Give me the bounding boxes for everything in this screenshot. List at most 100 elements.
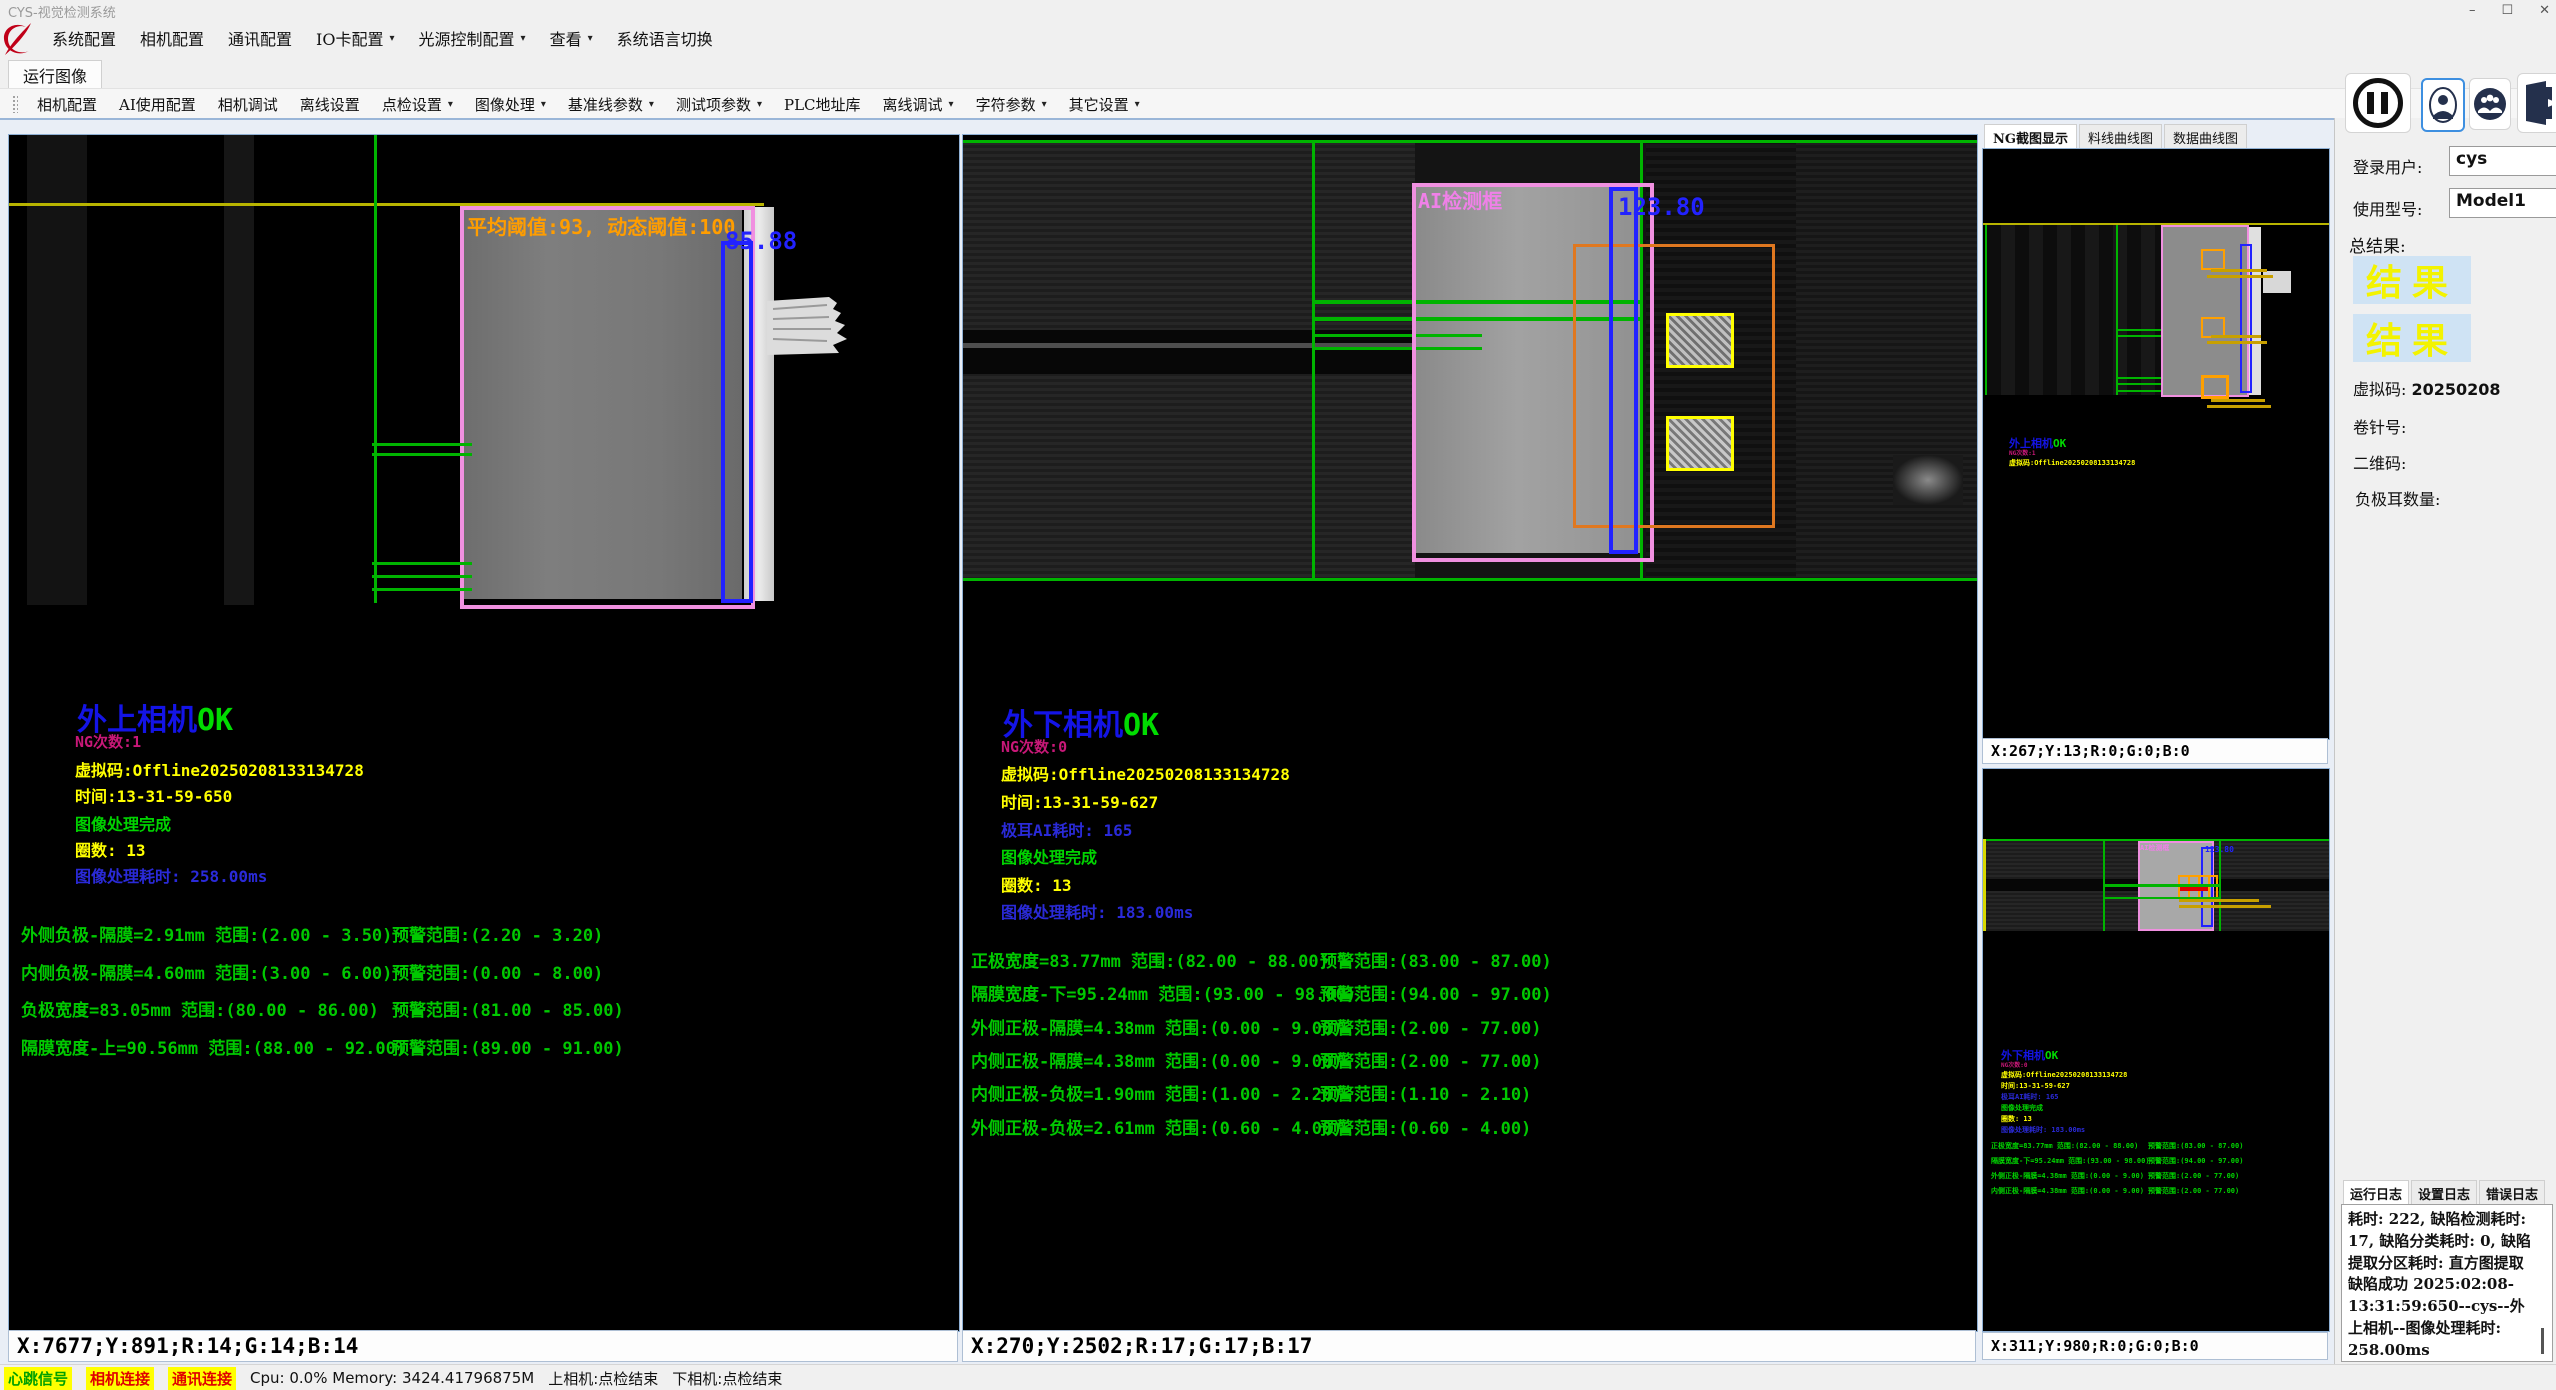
mini-row: 外侧正极-隔膜=4.38mm 范围:(0.00 - 9.00) xyxy=(1991,1171,2144,1181)
info-line: 图像处理耗时: 258.00ms xyxy=(75,863,267,887)
toolbar-label: 其它设置 xyxy=(1069,94,1129,115)
menu-item-io-card-config[interactable]: IO卡配置▾ xyxy=(304,22,406,54)
model-field[interactable]: Model1 xyxy=(2449,188,2556,218)
mini-annotation xyxy=(2207,405,2271,408)
toolbar-label: 点检设置 xyxy=(382,94,442,115)
mini-info-line: 时间:13-31-59-627 xyxy=(2001,1081,2070,1091)
threshold-overlay-text: 平均阈值:93, 动态阈值:100 xyxy=(467,211,735,240)
mini-info-line: 图像处理耗时: 183.00ms xyxy=(2001,1125,2085,1135)
mini-measure-value: 123.80 xyxy=(2205,845,2234,854)
maximize-icon[interactable]: ☐ xyxy=(2501,3,2513,18)
thumb1-coords-bar: X:267;Y:13;R:0;G:0;B:0 xyxy=(1982,738,2328,764)
measure-row-text: 内侧正极-隔膜=4.38mm 范围:(0.00 - 9.00) xyxy=(971,1047,1342,1072)
measure-line xyxy=(2116,383,2161,385)
tab-run-image[interactable]: 运行图像 xyxy=(8,60,102,88)
logout-button[interactable] xyxy=(2517,73,2556,133)
left-camera-view[interactable]: 平均阈值:93, 动态阈值:100 85.88 外上相机OK NG次数:1 虚拟… xyxy=(8,134,960,1332)
image-texture xyxy=(1987,225,2161,395)
tab-data-curve[interactable]: 数据曲线图 xyxy=(2164,124,2247,150)
toolbar-item-test-params[interactable]: 测试项参数▾ xyxy=(665,91,773,118)
ng-count-text: NG次数:0 xyxy=(1001,736,1067,757)
mini-annotation xyxy=(2207,275,2273,278)
reference-line-green xyxy=(374,135,377,603)
tab-ng-screenshot[interactable]: NG截图显示 xyxy=(1984,124,2077,150)
ng-thumbnail-upper[interactable]: 外上相机OK NG次数:1 虚拟码:Offline202502081331347… xyxy=(1982,148,2330,740)
measure-line xyxy=(2116,390,2161,392)
log-scrollbar[interactable] xyxy=(2541,1328,2544,1354)
chevron-down-icon: ▾ xyxy=(1042,99,1047,110)
frame-line xyxy=(963,140,1977,143)
toolbar-item-offline-debug[interactable]: 离线调试▾ xyxy=(872,91,965,118)
frame-line xyxy=(2116,225,2118,395)
measure-row-text: 外侧负极-隔膜=2.91mm 范围:(2.00 - 3.50) xyxy=(21,921,392,946)
menu-item-view[interactable]: 查看▾ xyxy=(538,22,605,54)
warn-row-text: 预警范围:(2.00 - 77.00) xyxy=(1320,1014,1542,1039)
toolbar-item-baseline-params[interactable]: 基准线参数▾ xyxy=(557,91,665,118)
mini-annotation xyxy=(2211,269,2267,272)
toolbar-item-char-params[interactable]: 字符参数 ▾ xyxy=(965,91,1058,118)
cpu-memory-text: Cpu: 0.0% Memory: 3424.41796875M xyxy=(250,1369,534,1387)
tab-error-log[interactable]: 错误日志 xyxy=(2479,1180,2545,1206)
warn-row-text: 预警范围:(1.10 - 2.10) xyxy=(1320,1080,1531,1105)
defect-box-yellow xyxy=(1666,313,1734,368)
toolbar-grip-handle[interactable] xyxy=(12,95,18,113)
toolbar-item-plc-address[interactable]: PLC地址库 xyxy=(773,91,872,118)
menu-label: 系统配置 xyxy=(52,26,116,50)
menu-item-system-config[interactable]: 系统配置 xyxy=(40,22,128,54)
lower-camera-view[interactable]: AI检测框 123.80 外下相机OK NG次数:0 虚拟码:Offline20… xyxy=(962,134,1978,1332)
mini-info-line: 图像处理完成 xyxy=(2001,1103,2043,1113)
image-texture xyxy=(1796,140,1977,580)
status-bar: 心跳信号 相机连接 通讯连接 Cpu: 0.0% Memory: 3424.41… xyxy=(0,1364,2556,1390)
info-line: 图像处理完成 xyxy=(75,811,171,835)
users-icon xyxy=(2473,87,2507,121)
tab-material-curve[interactable]: 料线曲线图 xyxy=(2079,124,2162,150)
frame-line xyxy=(2219,841,2221,931)
toolbar-label: 字符参数 xyxy=(976,94,1036,115)
chevron-down-icon: ▾ xyxy=(448,99,453,110)
toolbar-item-spot-check[interactable]: 点检设置 ▾ xyxy=(371,91,464,118)
tab-row: 运行图像 xyxy=(0,56,2556,89)
toolbar-item-ai-config[interactable]: AI使用配置 xyxy=(108,91,207,118)
measure-line xyxy=(2116,377,2161,379)
user-icon xyxy=(2428,86,2458,124)
mini-annotation xyxy=(2211,335,2261,338)
tab-run-log[interactable]: 运行日志 xyxy=(2343,1180,2409,1206)
mini-measure-box xyxy=(2240,244,2252,393)
toolbar-item-camera-debug[interactable]: 相机调试 xyxy=(207,91,289,118)
toolbar-item-other-settings[interactable]: 其它设置 ▾ xyxy=(1058,91,1151,118)
mini-annotation xyxy=(2179,899,2259,902)
login-user-label: 登录用户: xyxy=(2353,154,2422,178)
comm-link-status-badge: 通讯连接 xyxy=(168,1367,236,1390)
heartbeat-status-badge: 心跳信号 xyxy=(4,1367,72,1390)
menu-item-camera-config[interactable]: 相机配置 xyxy=(128,22,216,54)
chevron-down-icon: ▾ xyxy=(390,33,395,44)
menu-item-comm-config[interactable]: 通讯配置 xyxy=(216,22,304,54)
toolbar-item-camera-config[interactable]: 相机配置 xyxy=(26,91,108,118)
frame-line xyxy=(963,578,1977,581)
minimize-icon[interactable]: – xyxy=(2469,3,2476,18)
ng-thumbnail-lower[interactable]: AI检测框 123.80 外下相机OK NG次数:0 虚拟码:Offline20… xyxy=(1982,768,2330,1332)
user-button[interactable] xyxy=(2421,78,2465,132)
measure-line xyxy=(372,575,472,578)
close-icon[interactable]: ✕ xyxy=(2539,3,2550,18)
menu-label: 查看 xyxy=(550,26,582,50)
measure-line xyxy=(372,588,472,591)
info-line: 圈数: 13 xyxy=(1001,872,1072,896)
ng-count-text: NG次数:1 xyxy=(75,731,141,752)
menu-item-light-control-config[interactable]: 光源控制配置▾ xyxy=(407,22,538,54)
toolbar-label: AI使用配置 xyxy=(119,94,196,115)
thumb2-coords-bar: X:311;Y:980;R:0;G:0;B:0 xyxy=(1982,1332,2328,1360)
chevron-down-icon: ▾ xyxy=(541,99,546,110)
run-log-text[interactable]: 耗时: 222, 缺陷检测耗时: 17, 缺陷分类耗时: 0, 缺陷提取分区耗时… xyxy=(2341,1204,2553,1362)
warn-row-text: 预警范围:(2.00 - 77.00) xyxy=(1320,1047,1542,1072)
menu-item-language-switch[interactable]: 系统语言切换 xyxy=(605,22,725,54)
warn-row-text: 预警范围:(89.00 - 91.00) xyxy=(392,1034,624,1059)
pause-button[interactable] xyxy=(2345,73,2411,133)
users-button[interactable] xyxy=(2469,78,2511,130)
chevron-down-icon: ▾ xyxy=(1135,99,1140,110)
toolbar-item-image-process[interactable]: 图像处理▾ xyxy=(464,91,557,118)
tab-setting-log[interactable]: 设置日志 xyxy=(2411,1180,2477,1206)
toolbar-item-offline-setting[interactable]: 离线设置 xyxy=(289,91,371,118)
login-user-field[interactable]: cys xyxy=(2449,146,2556,176)
measure-row-text: 负极宽度=83.05mm 范围:(80.00 - 86.00) xyxy=(21,996,379,1021)
